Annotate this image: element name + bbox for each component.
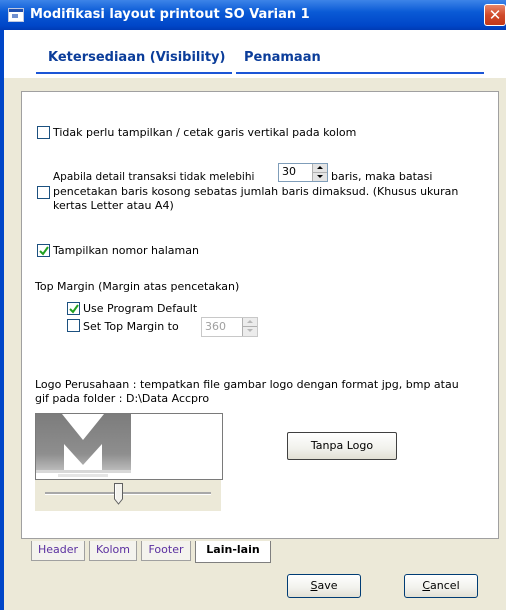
- window-frame-left: [0, 30, 4, 610]
- no-vertical-lines-label: Tidak perlu tampilkan / cetak garis vert…: [53, 126, 357, 139]
- spin-up-arrow-icon[interactable]: [313, 164, 327, 173]
- show-page-number-label: Tampilkan nomor halaman: [53, 244, 199, 257]
- top-margin-value: 360: [205, 320, 226, 333]
- cancel-accelerator: C: [422, 579, 431, 592]
- save-label: ave: [317, 579, 338, 592]
- slider-thumb[interactable]: [114, 483, 124, 505]
- no-vertical-lines-checkbox[interactable]: [37, 126, 50, 139]
- top-margin-spinner[interactable]: 360: [201, 317, 258, 337]
- checkmark-icon: [39, 246, 49, 256]
- logo-preview: [35, 413, 223, 480]
- cancel-button[interactable]: Cancel: [404, 574, 478, 598]
- tab-footer[interactable]: Footer: [141, 541, 191, 561]
- max-rows-spin-buttons[interactable]: [312, 164, 327, 181]
- top-tab-strip: Ketersediaan (Visibility) Penamaan: [4, 30, 506, 78]
- show-page-number-checkbox[interactable]: [37, 244, 50, 257]
- use-program-default-label: Use Program Default: [83, 302, 198, 315]
- tab-penamaan[interactable]: Penamaan: [244, 50, 321, 65]
- spin-down-arrow-icon[interactable]: [313, 173, 327, 182]
- cancel-label: ancel: [430, 579, 460, 592]
- limit-rows-text-line1: Apabila detail transaksi tidak melebihi: [53, 171, 255, 183]
- max-rows-value: 30: [282, 165, 296, 178]
- top-margin-heading: Top Margin (Margin atas pencetakan): [35, 280, 240, 293]
- top-margin-spin-buttons[interactable]: [242, 318, 257, 336]
- app-window-icon: [8, 8, 24, 22]
- no-logo-button[interactable]: Tanpa Logo: [287, 432, 397, 460]
- checkmark-icon: [69, 304, 79, 314]
- close-button[interactable]: ✕: [484, 4, 506, 26]
- spin-down-arrow-icon[interactable]: [243, 327, 257, 336]
- limit-rows-suffix: baris, maka batasi: [331, 170, 433, 183]
- limit-blank-rows-checkbox[interactable]: [37, 186, 50, 199]
- tab-visibility-underline: [36, 72, 232, 74]
- logo-image: [36, 414, 131, 477]
- title-bar[interactable]: Modifikasi layout printout SO Varian 1 ✕: [0, 0, 506, 30]
- max-rows-spinner[interactable]: 30: [278, 163, 328, 182]
- limit-rows-text-line2: pencetakan baris kosong sebatas jumlah b…: [53, 185, 459, 198]
- use-program-default-checkbox[interactable]: [67, 302, 80, 315]
- slider-track: [45, 492, 211, 495]
- tab-kolom[interactable]: Kolom: [89, 541, 137, 561]
- dialog-window: Modifikasi layout printout SO Varian 1 ✕…: [0, 0, 506, 610]
- spin-up-arrow-icon[interactable]: [243, 318, 257, 327]
- save-button[interactable]: Save: [287, 574, 361, 598]
- tab-lain-lain[interactable]: Lain-lain: [195, 541, 271, 563]
- tab-visibility[interactable]: Ketersediaan (Visibility): [48, 50, 225, 65]
- tab-penamaan-underline: [236, 72, 484, 74]
- close-icon: ✕: [488, 6, 502, 24]
- limit-rows-text-line3: kertas Letter atau A4): [53, 199, 174, 212]
- set-top-margin-label: Set Top Margin to: [83, 320, 179, 333]
- tab-header[interactable]: Header: [31, 541, 85, 561]
- logo-instructions-line2: gif pada folder : D:\Data Accpro: [35, 392, 210, 405]
- window-title: Modifikasi layout printout SO Varian 1: [30, 7, 310, 22]
- set-top-margin-checkbox[interactable]: [67, 319, 80, 332]
- logo-instructions-line1: Logo Perusahaan : tempatkan file gambar …: [35, 378, 459, 391]
- logo-size-slider[interactable]: [35, 480, 221, 511]
